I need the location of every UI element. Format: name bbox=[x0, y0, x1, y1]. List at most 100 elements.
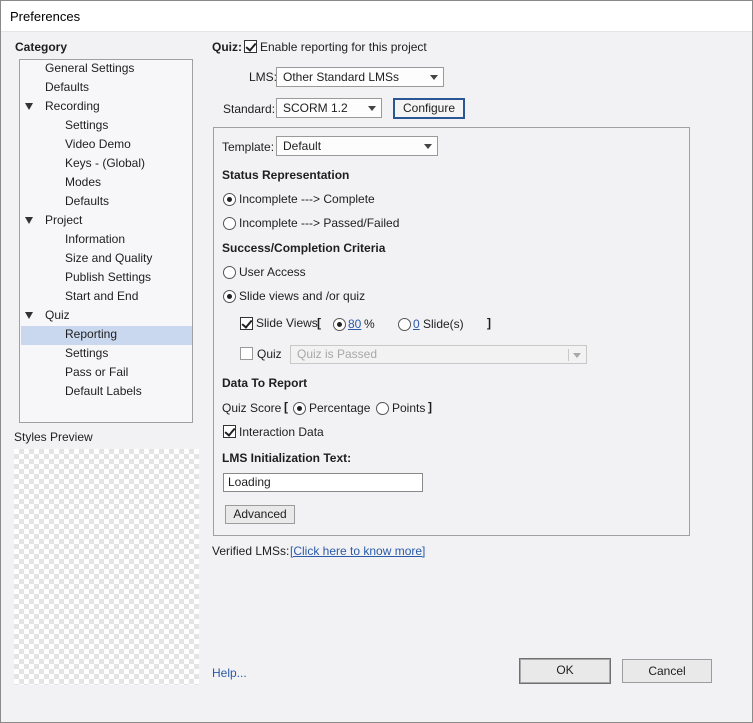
tree-item-information[interactable]: Information bbox=[65, 231, 125, 250]
template-label: Template: bbox=[222, 140, 275, 154]
percentage-label: Percentage bbox=[309, 401, 371, 415]
template-dropdown-value: Default bbox=[283, 139, 322, 153]
user-access-radio[interactable] bbox=[223, 266, 236, 279]
lms-dropdown[interactable]: Other Standard LMSs bbox=[276, 67, 444, 87]
slide-views-count-radio[interactable] bbox=[398, 318, 411, 331]
lms-dropdown-value: Other Standard LMSs bbox=[283, 70, 400, 84]
tree-item-keys-global[interactable]: Keys - (Global) bbox=[65, 155, 145, 174]
dropdown-separator bbox=[568, 349, 569, 361]
slide-views-quiz-label: Slide views and /or quiz bbox=[239, 289, 366, 303]
window-title: Preferences bbox=[10, 9, 81, 24]
status-complete-label: Incomplete ---> Complete bbox=[239, 192, 375, 206]
title-bar: Preferences bbox=[1, 1, 752, 32]
slide-views-open-bracket: [ bbox=[317, 316, 321, 330]
tree-item-label: Reporting bbox=[65, 327, 118, 341]
status-passed-failed-radio[interactable] bbox=[223, 217, 236, 230]
lms-label: LMS: bbox=[249, 70, 278, 84]
points-radio[interactable] bbox=[376, 402, 389, 415]
cancel-button[interactable]: Cancel bbox=[622, 659, 712, 683]
tree-item-publish-settings[interactable]: Publish Settings bbox=[65, 269, 151, 288]
expand-arrow-icon[interactable] bbox=[25, 217, 33, 224]
slide-views-close-bracket: ] bbox=[487, 316, 491, 330]
slide-views-quiz-radio[interactable] bbox=[223, 290, 236, 303]
tree-item-general-settings[interactable]: General Settings bbox=[45, 60, 134, 79]
tree-item-label: Publish Settings bbox=[65, 270, 152, 284]
tree-item-label: Quiz bbox=[45, 308, 70, 322]
category-tree[interactable]: General Settings Defaults Recording Sett… bbox=[19, 59, 193, 423]
quiz-label: Quiz: bbox=[212, 40, 242, 54]
chevron-down-icon bbox=[430, 75, 438, 80]
status-representation-heading: Status Representation bbox=[222, 168, 350, 182]
lms-init-heading: LMS Initialization Text: bbox=[222, 451, 352, 465]
enable-reporting-checkbox[interactable] bbox=[244, 40, 257, 53]
percentage-radio[interactable] bbox=[293, 402, 306, 415]
slide-views-percent-value[interactable]: 80 bbox=[348, 317, 361, 331]
styles-preview-canvas bbox=[14, 449, 199, 685]
configure-button[interactable]: Configure bbox=[393, 98, 465, 119]
tree-item-label: Default Labels bbox=[65, 384, 142, 398]
tree-item-recording-settings[interactable]: Settings bbox=[65, 117, 108, 136]
chevron-down-icon bbox=[368, 106, 376, 111]
tree-item-recording[interactable]: Recording bbox=[20, 98, 190, 117]
tree-item-label: Video Demo bbox=[65, 137, 131, 151]
enable-reporting-label: Enable reporting for this project bbox=[260, 40, 427, 54]
tree-item-label: Recording bbox=[45, 99, 100, 113]
verified-lms-link[interactable]: [Click here to know more] bbox=[290, 544, 425, 558]
quiz-score-label: Quiz Score bbox=[222, 401, 282, 415]
tree-item-video-demo[interactable]: Video Demo bbox=[65, 136, 131, 155]
lms-init-text-input[interactable]: Loading bbox=[223, 473, 423, 492]
tree-item-label: Defaults bbox=[45, 80, 90, 94]
success-criteria-heading: Success/Completion Criteria bbox=[222, 241, 386, 255]
chevron-down-icon bbox=[573, 353, 581, 358]
slide-views-checkbox[interactable] bbox=[240, 317, 253, 330]
tree-item-label: Pass or Fail bbox=[65, 365, 129, 379]
tree-item-pass-or-fail[interactable]: Pass or Fail bbox=[65, 364, 128, 383]
slide-views-percent-unit: % bbox=[364, 317, 375, 331]
quiz-criteria-dropdown-value: Quiz is Passed bbox=[297, 347, 378, 361]
advanced-button[interactable]: Advanced bbox=[225, 505, 295, 524]
tree-item-quiz-settings[interactable]: Settings bbox=[65, 345, 108, 364]
slide-views-count-value[interactable]: 0 bbox=[413, 317, 420, 331]
quiz-criteria-label: Quiz bbox=[257, 347, 282, 361]
tree-item-reporting[interactable]: Reporting bbox=[21, 326, 192, 345]
interaction-data-checkbox[interactable] bbox=[223, 425, 236, 438]
template-dropdown[interactable]: Default bbox=[276, 136, 438, 156]
tree-item-size-and-quality[interactable]: Size and Quality bbox=[65, 250, 152, 269]
verified-lms-label: Verified LMSs: bbox=[212, 544, 290, 558]
tree-item-recording-defaults[interactable]: Defaults bbox=[65, 193, 109, 212]
expand-arrow-icon[interactable] bbox=[25, 103, 33, 110]
quiz-criteria-checkbox[interactable] bbox=[240, 347, 253, 360]
quiz-criteria-dropdown: Quiz is Passed bbox=[290, 345, 587, 364]
tree-item-modes[interactable]: Modes bbox=[65, 174, 101, 193]
tree-item-label: Settings bbox=[65, 118, 109, 132]
help-link[interactable]: Help... bbox=[212, 666, 247, 680]
quiz-score-open-bracket: [ bbox=[284, 400, 288, 414]
standard-dropdown-value: SCORM 1.2 bbox=[283, 101, 348, 115]
category-heading: Category bbox=[15, 40, 68, 54]
slide-views-label: Slide Views bbox=[256, 316, 318, 330]
data-to-report-heading: Data To Report bbox=[222, 376, 308, 390]
tree-item-label: Information bbox=[65, 232, 126, 246]
tree-item-label: Keys - (Global) bbox=[65, 156, 146, 170]
tree-item-label: Settings bbox=[65, 346, 109, 360]
ok-button[interactable]: OK bbox=[519, 658, 611, 684]
user-access-label: User Access bbox=[239, 265, 306, 279]
status-complete-radio[interactable] bbox=[223, 193, 236, 206]
tree-item-default-labels[interactable]: Default Labels bbox=[65, 383, 142, 402]
tree-item-defaults[interactable]: Defaults bbox=[45, 79, 89, 98]
slide-views-percent-radio[interactable] bbox=[333, 318, 346, 331]
tree-item-quiz[interactable]: Quiz bbox=[20, 307, 190, 326]
slide-views-count-unit: Slide(s) bbox=[423, 317, 464, 331]
tree-item-label: Modes bbox=[65, 175, 102, 189]
standard-dropdown[interactable]: SCORM 1.2 bbox=[276, 98, 382, 118]
tree-item-project[interactable]: Project bbox=[20, 212, 190, 231]
tree-item-label: Start and End bbox=[65, 289, 139, 303]
tree-item-label: Defaults bbox=[65, 194, 110, 208]
chevron-down-icon bbox=[424, 144, 432, 149]
preferences-dialog: Preferences Category General Settings De… bbox=[0, 0, 753, 723]
tree-item-label: Size and Quality bbox=[65, 251, 153, 265]
expand-arrow-icon[interactable] bbox=[25, 312, 33, 319]
standard-label: Standard: bbox=[223, 102, 276, 116]
status-passed-failed-label: Incomplete ---> Passed/Failed bbox=[239, 216, 400, 230]
tree-item-start-and-end[interactable]: Start and End bbox=[65, 288, 138, 307]
